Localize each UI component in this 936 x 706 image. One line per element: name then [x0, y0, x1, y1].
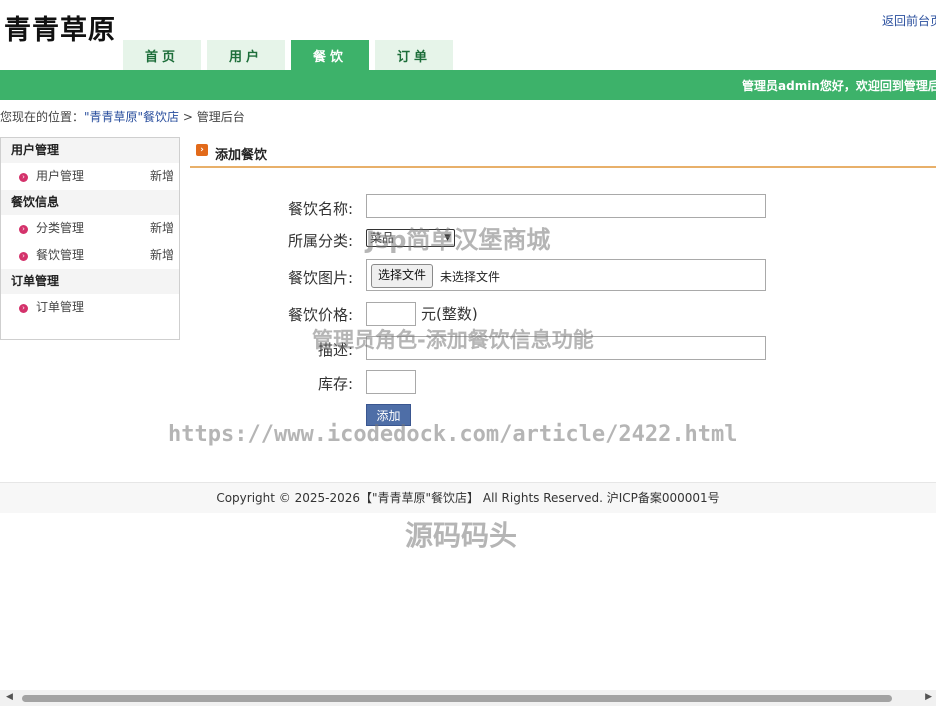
breadcrumb: 您现在的位置："青青草原"餐饮店 > 管理后台 [0, 108, 245, 125]
main-nav: 首页 用户 餐饮 订单 [123, 40, 459, 70]
stock-label: 库存: [317, 375, 353, 393]
tab-users[interactable]: 用户 [207, 40, 285, 70]
breadcrumb-current: 管理后台 [196, 110, 245, 124]
category-selected-value: 菜品 [370, 231, 395, 245]
scroll-left-icon[interactable]: ◀ [6, 692, 13, 702]
watermark-brand: 源码码头 [405, 519, 518, 552]
file-status: 未选择文件 [440, 270, 501, 284]
sidebar-item-food-manage[interactable]: › 餐饮管理 新增 [1, 242, 179, 269]
tab-food[interactable]: 餐饮 [291, 40, 369, 70]
breadcrumb-separator: > [182, 110, 193, 124]
sidebar-item-category-manage[interactable]: › 分类管理 新增 [1, 215, 179, 242]
sidebar-item-order-manage[interactable]: › 订单管理 [1, 294, 179, 321]
footer: Copyright © 2025-2026【"青青草原"餐饮店】 All Rig… [0, 482, 936, 513]
sidebar-item-label: 分类管理 [36, 221, 85, 235]
copyright-text: Copyright © 2025-2026【"青青草原"餐饮店】 All Rig… [216, 491, 720, 505]
sidebar-item-user-manage[interactable]: › 用户管理 新增 [1, 163, 179, 190]
welcome-text: 管理员admin您好，欢迎回到管理后台 [742, 79, 936, 93]
name-label: 餐饮名称: [287, 200, 353, 218]
image-file-field: 选择文件 未选择文件 [366, 259, 766, 291]
sidebar-add-category-link[interactable]: 新增 [150, 215, 174, 242]
scrollbar-thumb[interactable] [22, 695, 892, 702]
choose-file-button[interactable]: 选择文件 [371, 264, 434, 288]
scroll-right-icon[interactable]: ▶ [925, 692, 932, 702]
content-title-bar: › 添加餐饮 [190, 137, 936, 168]
category-label: 所属分类: [287, 232, 353, 250]
description-label: 描述: [317, 341, 353, 359]
name-input[interactable] [366, 194, 766, 218]
add-food-button[interactable]: 添加 [366, 404, 411, 426]
price-unit: 元(整数) [421, 305, 478, 323]
chevron-right-icon: › [19, 304, 28, 313]
tab-orders[interactable]: 订单 [375, 40, 453, 70]
arrow-right-icon: › [196, 144, 208, 156]
page-title: 添加餐饮 [215, 148, 268, 163]
image-label: 餐饮图片: [287, 269, 353, 287]
sidebar-item-label: 用户管理 [36, 169, 85, 183]
chevron-right-icon: › [19, 252, 28, 261]
description-input[interactable] [366, 336, 766, 360]
breadcrumb-prefix: 您现在的位置： [0, 110, 85, 124]
back-to-frontend-link[interactable]: 返回前台页 [882, 12, 936, 29]
sidebar-section-orders: 订单管理 [1, 269, 179, 294]
watermark-url: https://www.icodedock.com/article/2422.h… [168, 422, 738, 447]
sidebar-item-label: 订单管理 [36, 300, 85, 314]
price-input[interactable] [366, 302, 416, 326]
stock-input[interactable] [366, 370, 416, 394]
chevron-right-icon: › [19, 225, 28, 234]
sidebar-section-users: 用户管理 [1, 138, 179, 163]
chevron-down-icon: ▼ [444, 233, 451, 243]
category-select[interactable]: 菜品 ▼ [366, 229, 455, 247]
sidebar-add-user-link[interactable]: 新增 [150, 163, 174, 190]
price-label: 餐饮价格: [287, 306, 353, 324]
sidebar-section-food: 餐饮信息 [1, 190, 179, 215]
sidebar-item-label: 餐饮管理 [36, 248, 85, 262]
horizontal-scrollbar[interactable]: ◀ ▶ [0, 690, 936, 706]
sidebar-add-food-link[interactable]: 新增 [150, 242, 174, 269]
tab-home[interactable]: 首页 [123, 40, 201, 70]
chevron-right-icon: › [19, 173, 28, 182]
sidebar: 用户管理 › 用户管理 新增 餐饮信息 › 分类管理 新增 › 餐饮管理 新增 订单管… [0, 137, 180, 340]
site-logo: 青青草原 [4, 15, 116, 46]
breadcrumb-shop-link[interactable]: "青青草原"餐饮店 [84, 110, 179, 124]
